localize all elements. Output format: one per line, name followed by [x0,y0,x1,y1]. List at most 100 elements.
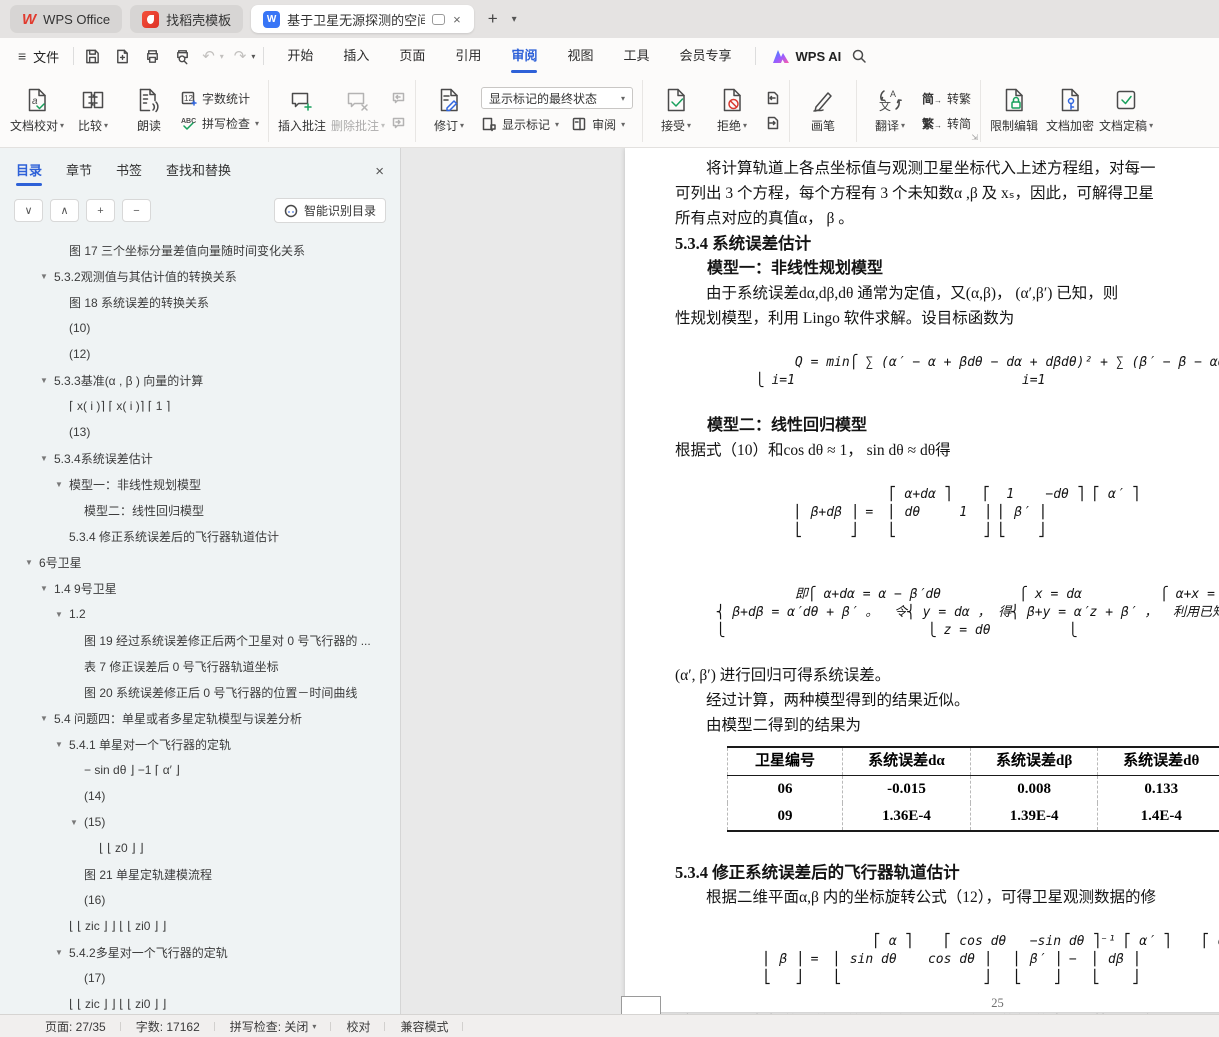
toc-item[interactable]: ▼ 6号卫星 [0,549,400,575]
toc-expand-icon[interactable]: ▼ [55,610,69,619]
toc-expand-icon[interactable]: ▼ [40,376,54,385]
to-simplified-button[interactable]: 繁→ 转简 [922,113,971,133]
previous-change-button[interactable] [764,88,780,108]
toc-item[interactable]: ▼ 图 17 三个坐标分量差值向量随时间变化关系 [0,237,400,263]
sidebar-tab[interactable]: 书签 [116,148,142,194]
doc-proof-button[interactable]: a 文档校对 ▾ [9,81,65,141]
word-count-button[interactable]: 12 字数统计 [181,88,259,108]
toc-expand-icon[interactable]: ▼ [40,714,54,723]
menu-item[interactable]: 视图 [552,38,608,74]
spell-check-button[interactable]: ABC 拼写检查 ▾ [181,113,259,133]
expand-all-button[interactable]: ∨ [14,199,43,222]
document-content[interactable]: 将计算轨道上各点坐标值与观测卫星坐标代入上述方程组，对每一 可列出 3 个方程，… [625,148,1219,1014]
toc-item[interactable]: ▼ 5.4 问题四：单星或者多星定轨模型与误差分析 [0,705,400,731]
toc-item[interactable]: ▼ − sin dθ ⌋ −1 ⌈ α′ ⌋ [0,757,400,783]
menu-item[interactable]: 审阅 [496,38,552,74]
restrict-edit-button[interactable]: 限制编辑 [986,81,1042,141]
toc-item[interactable]: ▼ (16) [0,887,400,913]
print-button[interactable] [142,46,162,66]
zoom-out-toc-button[interactable]: − [122,199,151,222]
toc-item[interactable]: ▼ 图 18 系统误差的转换关系 [0,289,400,315]
delete-comment-button[interactable]: 删除批注 ▾ [330,81,386,141]
sidebar-tab[interactable]: 查找和替换 [166,148,231,194]
toc-expand-icon[interactable]: ▼ [55,948,69,957]
toc-item[interactable]: ▼ (15) [0,809,400,835]
toc-item[interactable]: ▼ 5.4.1 单星对一个飞行器的定轨 [0,731,400,757]
show-markup-button[interactable]: 显示标记 ▾ [481,114,559,134]
accept-button[interactable]: 接受 ▾ [648,81,704,141]
zoom-in-toc-button[interactable]: + [86,199,115,222]
track-changes-button[interactable]: 修订 ▾ [421,81,477,141]
toc-expand-icon[interactable]: ▼ [25,558,39,567]
read-aloud-button[interactable]: 朗读 [121,81,177,141]
toc-item[interactable]: ▼ (13) [0,419,400,445]
toc-item[interactable]: ▼ 1.4 9号卫星 [0,575,400,601]
toc-item[interactable]: ▼ ⌊ ⌊ z0 ⌋ ⌋ [0,835,400,861]
toc-item[interactable]: ▼ 5.4.2多星对一个飞行器的定轨 [0,939,400,965]
toc-item[interactable]: ▼ (14) [0,783,400,809]
menu-item[interactable]: 工具 [608,38,664,74]
document-page[interactable]: 将计算轨道上各点坐标值与观测卫星坐标代入上述方程组，对每一 可列出 3 个方程，… [621,148,1219,1014]
tab-current-document[interactable]: W 基于卫星无源探测的空间飞行器 × [251,5,474,33]
toc-item[interactable]: ▼ (10) [0,315,400,341]
toc-item[interactable]: ▼ (17) [0,965,400,991]
markup-state-select[interactable]: 显示标记的最终状态 ▾ [481,87,634,109]
sidebar-tab[interactable]: 目录 [16,148,43,194]
status-bar-item[interactable]: 拼写检查: 关闭 ▾ [215,1018,332,1035]
undo-caret-icon[interactable]: ▾ [220,52,224,61]
close-tab-icon[interactable]: × [452,12,462,27]
toc-item[interactable]: ▼ 表 7 修正误差后 0 号飞行器轨道坐标 [0,653,400,679]
toc-item[interactable]: ▼ 图 21 单星定轨建模流程 [0,861,400,887]
close-sidebar-icon[interactable]: × [375,163,384,180]
toc-item[interactable]: ▼ 图 20 系统误差修正后 0 号飞行器的位置－时间曲线 [0,679,400,705]
pen-button[interactable]: 画笔 [795,81,851,141]
collapse-all-button[interactable]: ∧ [50,199,79,222]
menu-item[interactable]: 会员专享 [664,38,746,74]
save-button[interactable] [82,46,102,66]
status-bar-item[interactable]: 校对 ▾ [331,1018,386,1035]
menu-item[interactable]: 插入 [328,38,384,74]
finalize-button[interactable]: 文档定稿 ▾ [1098,81,1154,141]
toc-item[interactable]: ▼ 模型二：线性回归模型 [0,497,400,523]
toc-item[interactable]: ▼ ⌊ ⌊ zic ⌋ ⌋ ⌊ ⌊ zi0 ⌋ ⌋ [0,913,400,939]
status-bar-item[interactable]: 字数: 17162 ▾ [121,1018,215,1035]
toc-expand-icon[interactable]: ▼ [40,584,54,593]
translate-button[interactable]: A文 翻译 ▾ [862,81,918,141]
next-comment-button[interactable] [390,113,406,133]
insert-comment-button[interactable]: 插入批注 [274,81,330,141]
tab-list-caret-icon[interactable]: ▾ [512,14,517,25]
next-change-button[interactable] [764,113,780,133]
menu-item[interactable]: 页面 [384,38,440,74]
previous-comment-button[interactable] [390,88,406,108]
print-preview-button[interactable] [172,46,192,66]
toc-item[interactable]: ▼ 5.3.4系统误差估计 [0,445,400,471]
menu-item[interactable]: 开始 [272,38,328,74]
smart-toc-button[interactable]: 智能识别目录 [273,198,386,223]
to-traditional-button[interactable]: 简→ 转繁 [922,88,971,108]
toc-expand-icon[interactable]: ▼ [40,454,54,463]
toc-item[interactable]: ▼ 1.2 [0,601,400,627]
toc-item[interactable]: ▼ 5.3.2观测值与其估计值的转换关系 [0,263,400,289]
sidebar-tab[interactable]: 章节 [66,148,92,194]
encrypt-button[interactable]: 文档加密 [1042,81,1098,141]
undo-icon[interactable]: ↶ [202,47,215,65]
toc-item[interactable]: ▼ 5.3.4 修正系统误差后的飞行器轨道估计 [0,523,400,549]
redo-icon[interactable]: ↷ [234,47,247,65]
toc-item[interactable]: ▼ ⌊ ⌊ zic ⌋ ⌋ ⌊ ⌊ zi0 ⌋ ⌋ [0,991,400,1014]
review-pane-button[interactable]: 审阅 ▾ [571,114,625,134]
tab-wps-office[interactable]: W WPS Office [10,5,123,33]
status-bar-item[interactable]: 页面: 27/35 ▾ [30,1018,121,1035]
toc-item[interactable]: ▼ 5.3.3基准(α , β ) 向量的计算 [0,367,400,393]
toc-expand-icon[interactable]: ▼ [55,740,69,749]
tab-preview-icon[interactable] [432,13,446,25]
wps-ai-button[interactable]: WPS AI [764,49,850,64]
toc-item[interactable]: ▼ (12) [0,341,400,367]
toc-expand-icon[interactable]: ▼ [40,272,54,281]
toc-item[interactable]: ▼ 模型一：非线性规划模型 [0,471,400,497]
export-pdf-button[interactable] [112,46,132,66]
file-menu-button[interactable]: ≡ 文件 [12,47,65,66]
toc-expand-icon[interactable]: ▼ [70,818,84,827]
menu-item[interactable]: 引用 [440,38,496,74]
new-tab-button[interactable]: + [482,9,504,29]
toc-expand-icon[interactable]: ▼ [55,480,69,489]
